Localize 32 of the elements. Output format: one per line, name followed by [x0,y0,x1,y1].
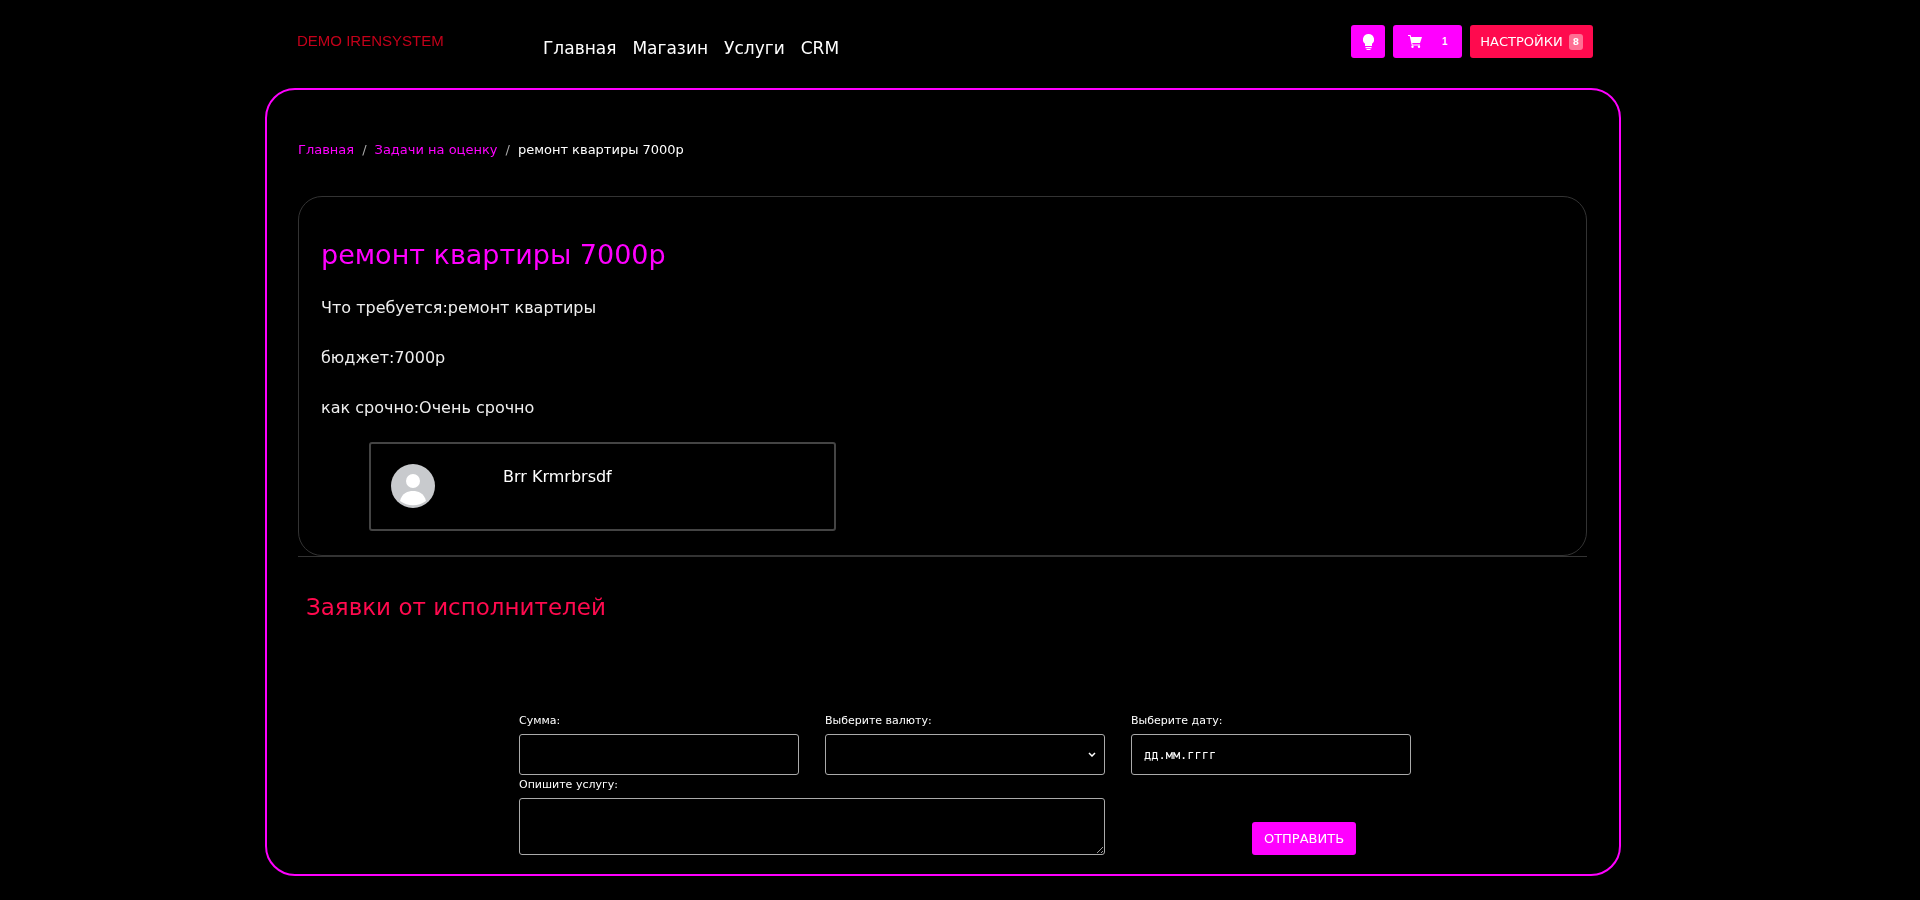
date-field[interactable]: дд.мм.гггг [1131,734,1411,775]
nav-link[interactable]: Магазин [632,38,709,58]
currency-select[interactable] [825,734,1105,775]
avatar-icon [391,464,435,508]
input-field[interactable] [519,734,799,775]
cart-icon [1408,35,1422,48]
task-detail: как срочно:Очень срочно [321,398,536,417]
field-label: Сумма: [519,714,562,727]
breadcrumb-separator: / [505,142,510,159]
site-logo[interactable]: DEMO IRENSYSTEM [297,32,543,49]
task-detail: Что требуется:ремонт квартиры [321,298,598,317]
breadcrumb-link[interactable]: Задачи на оценку [374,142,498,196]
idea-button[interactable] [1351,25,1386,58]
field-label: Выберите валюту: [825,714,933,727]
lightbulb-icon [1362,33,1374,50]
task-detail: бюджет:7000р [321,348,447,367]
field-label: Опишите услугу: [519,778,619,791]
nav-link[interactable]: Главная [543,38,617,58]
task-title: ремонт квартиры 7000р [321,239,667,270]
description-field[interactable] [519,798,1105,855]
settings-button[interactable]: НАСТРОЙКИ 8 [1470,25,1593,58]
breadcrumb-current: ремонт квартиры 7000р [517,142,684,159]
field-label: Выберите дату: [1131,714,1224,727]
section-heading: Заявки от исполнителей [306,594,607,620]
chevron-down-icon [1088,752,1096,757]
count-badge: 8 [1568,33,1583,50]
cart-count: 1 [1442,36,1448,47]
author-name: Brr Krmrbrsdf [503,467,612,486]
breadcrumb-link[interactable]: Главная [298,142,355,196]
breadcrumb-separator: / [362,142,367,159]
nav-link[interactable]: CRM [800,38,840,58]
nav-link[interactable]: Услуги [724,38,785,58]
